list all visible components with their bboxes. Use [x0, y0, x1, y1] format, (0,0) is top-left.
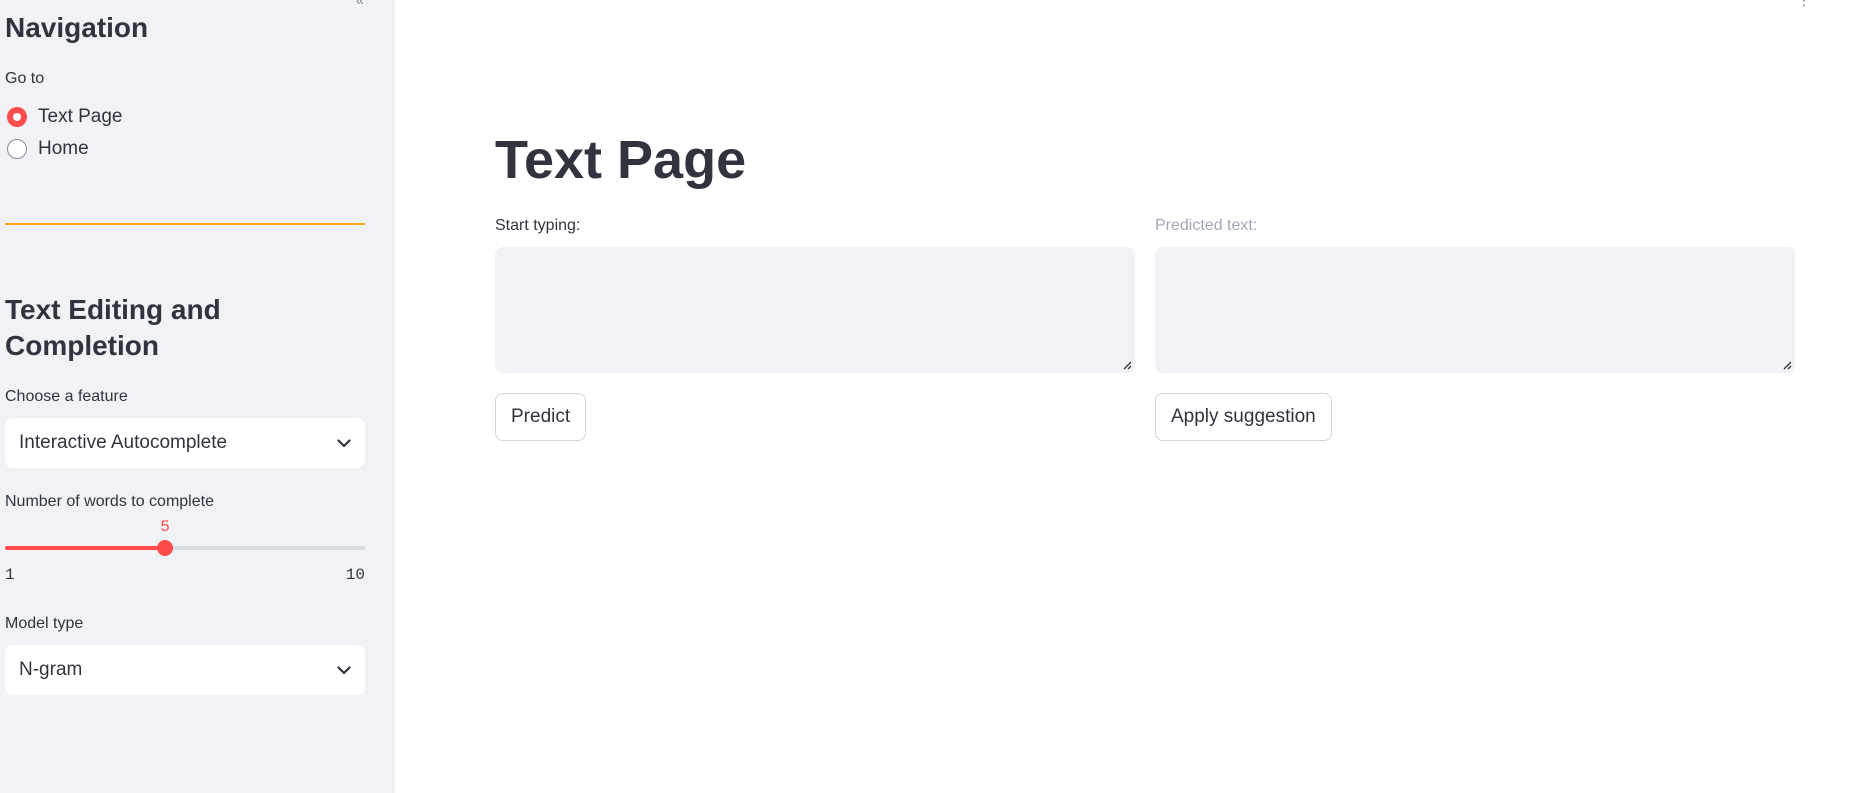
sidebar: « Navigation Go to Text Page Home Text E… — [0, 0, 395, 793]
slider-fill — [5, 546, 165, 550]
page-title: Text Page — [495, 130, 747, 190]
goto-label: Go to — [5, 70, 45, 87]
model-type-select-value: N-gram — [19, 659, 83, 680]
apply-suggestion-button[interactable]: Apply suggestion — [1155, 393, 1332, 441]
radio-label: Home — [38, 138, 89, 159]
model-type-label: Model type — [5, 615, 84, 632]
predict-button[interactable]: Predict — [495, 393, 587, 441]
feature-label: Choose a feature — [5, 388, 128, 405]
resize-grip-icon[interactable] — [1782, 360, 1792, 370]
words-slider-label: Number of words to complete — [5, 493, 214, 510]
resize-grip-icon[interactable] — [1122, 360, 1132, 370]
model-type-select[interactable]: N-gram — [5, 645, 365, 695]
input-textarea[interactable] — [495, 247, 1135, 373]
slider-min-label: 1 — [5, 566, 15, 584]
feature-select[interactable]: Interactive Autocomplete — [5, 418, 365, 468]
feature-select-value: Interactive Autocomplete — [19, 432, 228, 453]
navigation-heading: Navigation — [5, 12, 149, 43]
radio-option-home[interactable]: Home — [7, 136, 89, 162]
radio-label: Text Page — [38, 106, 123, 127]
words-slider[interactable] — [5, 540, 365, 556]
main-menu-icon[interactable]: ⋮ — [1797, 0, 1811, 9]
collapse-sidebar-icon[interactable]: « — [356, 0, 364, 8]
section-heading: Text Editing and Completion — [5, 294, 221, 361]
main-content: ⋮ Text Page Start typing: Predict Predic… — [395, 0, 1870, 793]
slider-max-label: 10 — [345, 566, 365, 584]
chevron-down-icon — [337, 436, 351, 450]
output-label: Predicted text: — [1155, 217, 1258, 234]
input-label: Start typing: — [495, 217, 581, 234]
slider-current-value: 5 — [160, 518, 170, 536]
chevron-down-icon — [337, 663, 351, 677]
radio-checked-icon — [7, 107, 27, 127]
divider — [5, 223, 365, 225]
radio-option-text-page[interactable]: Text Page — [7, 104, 123, 130]
slider-thumb[interactable] — [157, 540, 173, 556]
radio-unchecked-icon — [7, 139, 27, 159]
predicted-textarea[interactable] — [1155, 247, 1795, 373]
